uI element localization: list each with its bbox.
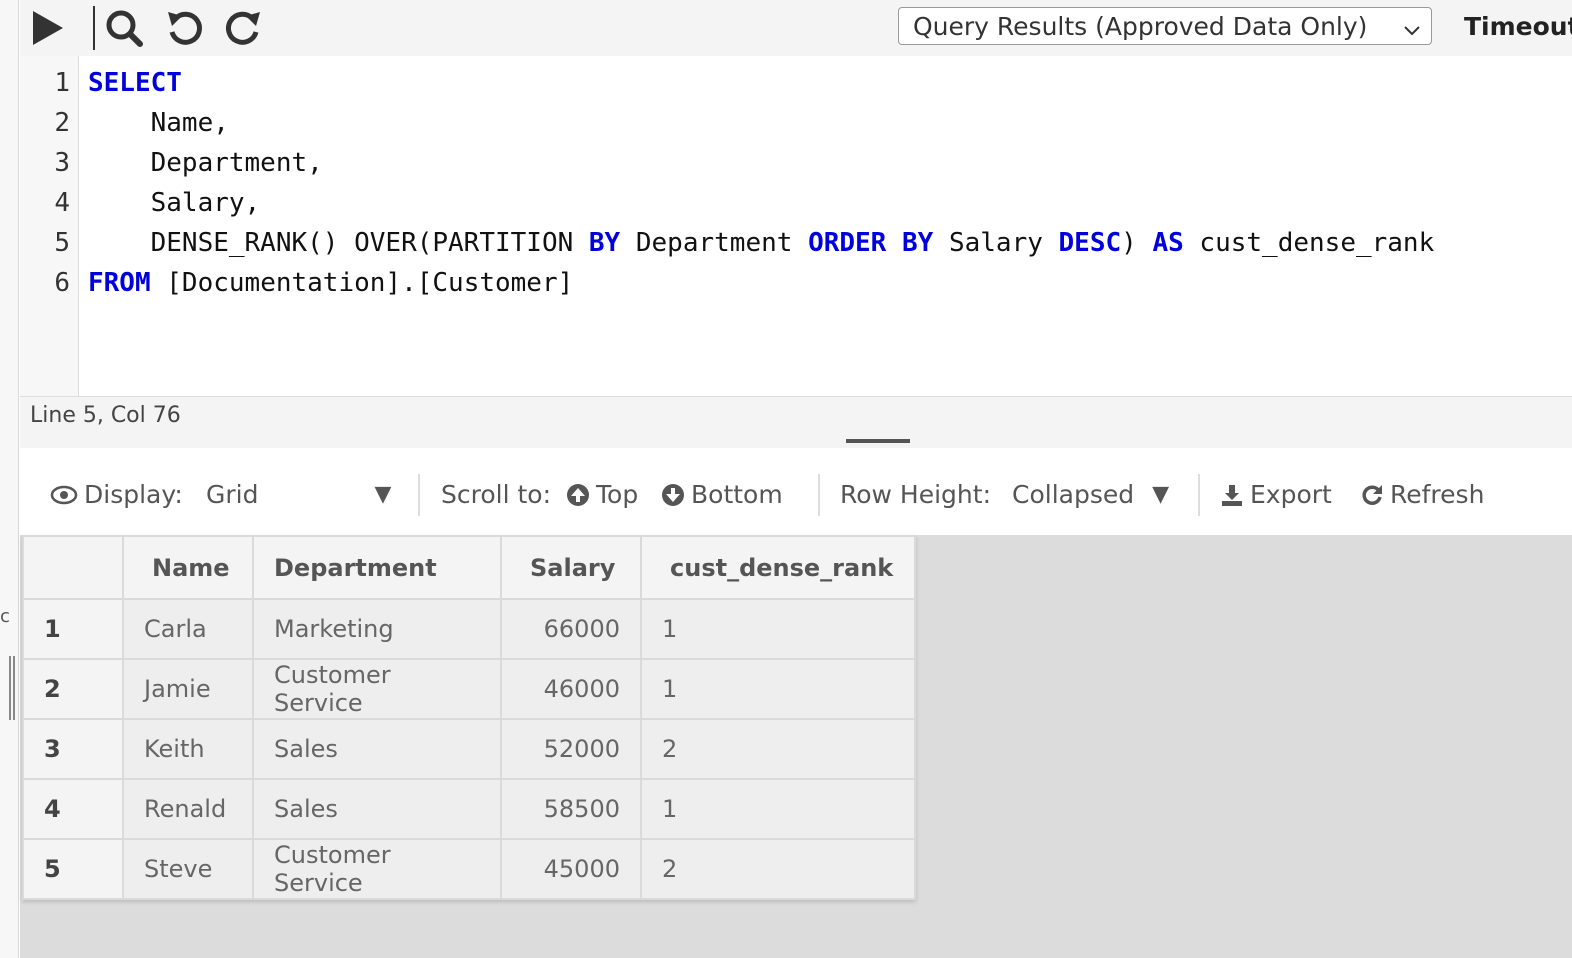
- result-mode-select[interactable]: Query Results (Approved Data Only): [898, 7, 1432, 45]
- refresh-button[interactable]: Refresh: [1360, 480, 1484, 509]
- column-header[interactable]: Name: [122, 535, 254, 600]
- eye-icon: [50, 485, 78, 504]
- timeout-label[interactable]: Timeout: [1464, 12, 1572, 41]
- cell-rank[interactable]: 2: [640, 838, 916, 900]
- table-row[interactable]: 3 Keith Sales 52000 2: [22, 718, 916, 780]
- scroll-bottom-label: Bottom: [691, 480, 783, 509]
- row-height-label: Row Height:: [840, 480, 992, 509]
- code-line-2: Name,: [88, 108, 229, 138]
- row-number: 5: [22, 838, 124, 900]
- line-number: 5: [54, 228, 70, 258]
- grid-header-row: Name Department Salary cust_dense_rank: [22, 535, 916, 600]
- display-value: Grid: [206, 480, 259, 509]
- triangle-down-icon: ▼: [374, 482, 392, 507]
- cell-salary[interactable]: 52000: [500, 718, 642, 780]
- results-grid: Name Department Salary cust_dense_rank 1…: [22, 535, 916, 900]
- cell-department[interactable]: Sales: [252, 778, 502, 840]
- toolbar-divider: [818, 474, 820, 516]
- scroll-bottom-button[interactable]: Bottom: [661, 480, 783, 509]
- line-number: 2: [54, 108, 70, 138]
- row-height-select[interactable]: Collapsed ▼: [1012, 480, 1169, 509]
- cell-rank[interactable]: 1: [640, 778, 916, 840]
- arrow-up-circle-icon: [567, 483, 589, 506]
- display-select[interactable]: Grid ▼: [206, 480, 391, 509]
- cursor-position: Line 5, Col 76: [30, 403, 181, 428]
- scroll-top-button[interactable]: Top: [566, 480, 638, 509]
- cell-salary[interactable]: 66000: [500, 598, 642, 660]
- scroll-label: Scroll to:: [441, 480, 551, 509]
- cell-name[interactable]: Renald: [122, 778, 254, 840]
- toolbar-divider: [93, 6, 95, 50]
- table-row[interactable]: 5 Steve Customer Service 45000 2: [22, 838, 916, 900]
- table-row[interactable]: 1 Carla Marketing 66000 1: [22, 598, 916, 660]
- code-line-4: Salary,: [88, 188, 261, 218]
- cell-department[interactable]: Customer Service: [252, 658, 502, 720]
- redo-icon[interactable]: [222, 6, 266, 50]
- code-line-3: Department,: [88, 148, 323, 178]
- cell-salary[interactable]: 58500: [500, 778, 642, 840]
- play-icon[interactable]: [30, 6, 66, 50]
- scroll-top-label: Top: [596, 480, 639, 509]
- sql-editor[interactable]: 1 2 3 4 5 6 SELECT Name, Department, Sal…: [20, 56, 1572, 396]
- row-number-header: [22, 535, 124, 600]
- undo-icon[interactable]: [162, 6, 206, 50]
- cell-name[interactable]: Steve: [122, 838, 254, 900]
- line-number: 3: [54, 148, 70, 178]
- search-icon[interactable]: [102, 6, 146, 50]
- line-number: 1: [54, 68, 70, 98]
- editor-toolbar: Query Results (Approved Data Only) Timeo…: [20, 0, 1572, 56]
- display-label: Display:: [84, 480, 183, 509]
- column-header[interactable]: Salary: [500, 535, 642, 600]
- export-label: Export: [1250, 480, 1332, 509]
- cell-salary[interactable]: 45000: [500, 838, 642, 900]
- rail-edge-glyph: c: [0, 606, 10, 627]
- cell-department[interactable]: Customer Service: [252, 838, 502, 900]
- triangle-down-icon: ▼: [1152, 482, 1170, 507]
- results-area: Name Department Salary cust_dense_rank 1…: [20, 535, 1572, 958]
- status-bar: Line 5, Col 76: [20, 396, 1572, 438]
- table-row[interactable]: 2 Jamie Customer Service 46000 1: [22, 658, 916, 720]
- download-icon: [1222, 484, 1242, 506]
- row-number: 1: [22, 598, 124, 660]
- code-line-5: DENSE_RANK() OVER(PARTITION BY Departmen…: [88, 228, 1435, 258]
- code-line-1: SELECT: [88, 68, 182, 98]
- code-line-6: FROM [Documentation].[Customer]: [88, 268, 574, 298]
- row-number: 4: [22, 778, 124, 840]
- cell-salary[interactable]: 46000: [500, 658, 642, 720]
- row-number: 3: [22, 718, 124, 780]
- cell-name[interactable]: Carla: [122, 598, 254, 660]
- cell-rank[interactable]: 2: [640, 718, 916, 780]
- cell-rank[interactable]: 1: [640, 598, 916, 660]
- line-number: 4: [54, 188, 70, 218]
- cell-department[interactable]: Marketing: [252, 598, 502, 660]
- rail-resize-handle[interactable]: [9, 656, 15, 720]
- chevron-down-icon: [1403, 16, 1421, 45]
- toolbar-divider: [1198, 474, 1200, 516]
- cell-name[interactable]: Jamie: [122, 658, 254, 720]
- left-rail: c: [0, 0, 19, 958]
- toolbar-divider: [418, 474, 420, 516]
- line-number: 6: [54, 268, 70, 298]
- refresh-label: Refresh: [1390, 480, 1485, 509]
- cell-department[interactable]: Sales: [252, 718, 502, 780]
- row-number: 2: [22, 658, 124, 720]
- column-header[interactable]: cust_dense_rank: [640, 535, 916, 600]
- cell-name[interactable]: Keith: [122, 718, 254, 780]
- cell-rank[interactable]: 1: [640, 658, 916, 720]
- row-height-value: Collapsed: [1012, 480, 1135, 509]
- arrow-down-circle-icon: [662, 483, 684, 506]
- line-number-gutter: 1 2 3 4 5 6: [20, 56, 79, 396]
- splitter-grip-icon[interactable]: [846, 439, 910, 443]
- pane-splitter[interactable]: [20, 436, 1572, 448]
- refresh-icon: [1362, 484, 1382, 505]
- export-button[interactable]: Export: [1220, 480, 1332, 509]
- display-label-group: Display:: [50, 480, 183, 509]
- table-row[interactable]: 4 Renald Sales 58500 1: [22, 778, 916, 840]
- results-toolbar: Display: Grid ▼ Scroll to: Top Bottom Ro…: [20, 448, 1572, 535]
- result-mode-value: Query Results (Approved Data Only): [913, 11, 1368, 41]
- column-header[interactable]: Department: [252, 535, 502, 600]
